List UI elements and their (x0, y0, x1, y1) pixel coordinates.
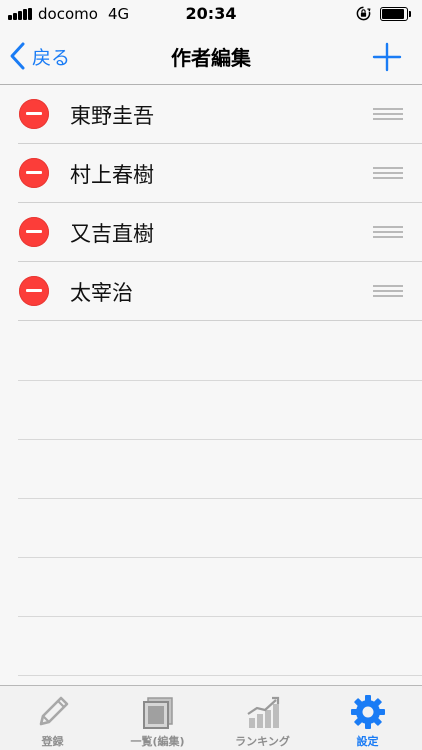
list-item[interactable]: 太宰治 (0, 262, 422, 321)
pencil-icon (39, 696, 68, 726)
tab-label: 一覧(編集) (130, 735, 185, 748)
rotation-lock-icon (356, 6, 371, 21)
author-list: 東野圭吾 村上春樹 又吉直樹 太宰治 (0, 85, 422, 685)
reorder-handle-icon[interactable] (373, 284, 403, 298)
delete-button[interactable] (19, 158, 49, 188)
empty-row-divider (18, 616, 422, 617)
delete-button[interactable] (19, 276, 49, 306)
tab-list-edit[interactable]: 一覧(編集) (105, 686, 210, 750)
tab-label: ランキング (235, 735, 290, 748)
tab-label: 登録 (41, 735, 64, 748)
list-item[interactable]: 東野圭吾 (0, 85, 422, 144)
tab-ranking[interactable]: ランキング (210, 686, 315, 750)
battery-icon (380, 7, 412, 22)
list-icon (142, 697, 173, 729)
empty-row-divider (18, 498, 422, 499)
delete-button[interactable] (19, 99, 49, 129)
author-name: 又吉直樹 (70, 222, 154, 246)
gear-icon (350, 695, 385, 729)
author-name: 東野圭吾 (70, 104, 154, 128)
plus-icon[interactable] (370, 40, 404, 74)
status-bar: docomo 4G 20:34 (0, 0, 422, 28)
tab-bar: 登録 一覧(編集) ランキング 設定 (0, 685, 422, 750)
empty-row-divider (18, 439, 422, 440)
reorder-handle-icon[interactable] (373, 225, 403, 239)
page-title: 作者編集 (171, 46, 251, 70)
delete-button[interactable] (19, 217, 49, 247)
author-name: 村上春樹 (70, 163, 154, 187)
empty-row-divider (18, 380, 422, 381)
author-name: 太宰治 (70, 281, 133, 305)
reorder-handle-icon[interactable] (373, 166, 403, 180)
list-item[interactable]: 又吉直樹 (0, 203, 422, 262)
empty-row-divider (18, 557, 422, 558)
tab-label: 設定 (356, 735, 379, 748)
tab-register[interactable]: 登録 (0, 686, 105, 750)
tab-settings[interactable]: 設定 (315, 686, 420, 750)
reorder-handle-icon[interactable] (373, 107, 403, 121)
navigation-bar: 戻る 作者編集 (0, 28, 422, 85)
list-item[interactable]: 村上春樹 (0, 144, 422, 203)
chart-icon (246, 696, 279, 728)
empty-row-divider (18, 675, 422, 676)
